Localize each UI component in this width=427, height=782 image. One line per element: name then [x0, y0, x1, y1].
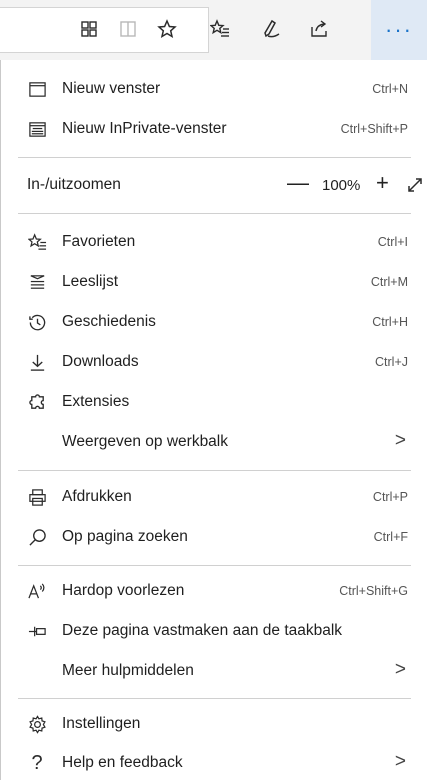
browser-toolbar: ··· [0, 0, 427, 60]
menu-item-label: Op pagina zoeken [62, 528, 188, 545]
shortcut-text: Ctrl+N [372, 82, 408, 96]
menu-item-label: Nieuw InPrivate-venster [62, 120, 227, 137]
reading-view-icon[interactable] [113, 14, 143, 44]
shortcut-text: Ctrl+J [375, 355, 408, 369]
download-icon [27, 352, 47, 372]
favorite-star-icon[interactable] [152, 14, 182, 44]
divider [18, 698, 411, 699]
question-mark-icon: ? [31, 751, 43, 774]
zoom-level: 100% [322, 176, 361, 194]
reading-list-icon [27, 272, 47, 292]
zoom-row: In-/uitzoomen — 100% + [1, 166, 427, 204]
menu-item-help-feedback[interactable]: ? Help en feedback > [1, 744, 427, 782]
shortcut-text: Ctrl+P [372, 490, 408, 504]
read-aloud-icon [27, 581, 47, 601]
divider [18, 157, 411, 158]
menu-item-pin-to-taskbar[interactable]: Deze pagina vastmaken aan de taakbalk [1, 612, 427, 650]
menu-item-label: Deze pagina vastmaken aan de taakbalk [62, 622, 343, 639]
window-icon [27, 79, 47, 99]
menu-item-extensions[interactable]: Extensies [1, 383, 427, 421]
menu-item-print[interactable]: Afdrukken Ctrl+P [1, 478, 427, 516]
shortcut-text: Ctrl+Shift+P [340, 122, 408, 136]
more-actions-button[interactable]: ··· [371, 0, 427, 60]
menu-item-more-tools[interactable]: Meer hulpmiddelen > [1, 652, 427, 690]
settings-menu: Nieuw venster Ctrl+N Nieuw InPrivate-ven… [0, 60, 427, 780]
menu-item-history[interactable]: Geschiedenis Ctrl+H [1, 303, 427, 341]
favorites-list-icon [27, 232, 47, 252]
gear-icon [27, 714, 47, 734]
share-icon[interactable] [304, 14, 334, 44]
menu-item-label: Hardop voorlezen [62, 582, 185, 599]
menu-item-label: Geschiedenis [62, 313, 156, 330]
zoom-out-button[interactable]: — [287, 170, 309, 196]
divider [18, 213, 411, 214]
history-icon [27, 312, 47, 332]
menu-item-label: Downloads [62, 353, 139, 370]
menu-item-label: Leeslijst [62, 273, 118, 290]
menu-item-show-on-toolbar[interactable]: Weergeven op werkbalk > [1, 423, 427, 461]
menu-item-label: Weergeven op werkbalk [62, 433, 228, 450]
menu-item-settings[interactable]: Instellingen [1, 705, 427, 743]
favorites-list-icon[interactable] [205, 14, 235, 44]
chevron-right-icon: > [394, 430, 406, 451]
menu-item-new-inprivate-window[interactable]: Nieuw InPrivate-venster Ctrl+Shift+P [1, 110, 427, 148]
chevron-right-icon: > [394, 659, 406, 680]
menu-item-label: Extensies [62, 393, 130, 410]
fullscreen-icon[interactable] [406, 176, 424, 194]
menu-item-read-aloud[interactable]: Hardop voorlezen Ctrl+Shift+G [1, 572, 427, 610]
shortcut-text: Ctrl+H [372, 315, 408, 329]
menu-item-find-on-page[interactable]: Op pagina zoeken Ctrl+F [1, 518, 427, 556]
divider [18, 470, 411, 471]
shortcut-text: Ctrl+Shift+G [339, 584, 408, 598]
puzzle-icon [27, 392, 47, 412]
printer-icon [27, 487, 47, 507]
menu-item-label: Help en feedback [62, 754, 183, 771]
menu-item-reading-list[interactable]: Leeslijst Ctrl+M [1, 263, 427, 301]
menu-item-favorites[interactable]: Favorieten Ctrl+I [1, 223, 427, 261]
pen-icon[interactable] [255, 14, 285, 44]
inprivate-window-icon [27, 119, 47, 139]
shortcut-text: Ctrl+M [370, 275, 408, 289]
divider [18, 565, 411, 566]
menu-item-label: Nieuw venster [62, 80, 161, 97]
menu-item-label: Meer hulpmiddelen [62, 662, 194, 679]
search-icon [27, 527, 47, 547]
menu-item-downloads[interactable]: Downloads Ctrl+J [1, 343, 427, 381]
more-icon: ··· [385, 17, 413, 42]
chevron-right-icon: > [394, 751, 406, 772]
zoom-in-button[interactable]: + [376, 170, 389, 196]
shortcut-text: Ctrl+F [373, 530, 408, 544]
zoom-label: In-/uitzoomen [27, 176, 121, 193]
menu-item-new-window[interactable]: Nieuw venster Ctrl+N [1, 70, 427, 108]
menu-item-label: Afdrukken [62, 488, 132, 505]
pin-icon [27, 621, 47, 641]
extension-puzzle-icon[interactable] [74, 14, 104, 44]
menu-item-label: Instellingen [62, 715, 141, 732]
menu-item-label: Favorieten [62, 233, 136, 250]
shortcut-text: Ctrl+I [377, 235, 408, 249]
